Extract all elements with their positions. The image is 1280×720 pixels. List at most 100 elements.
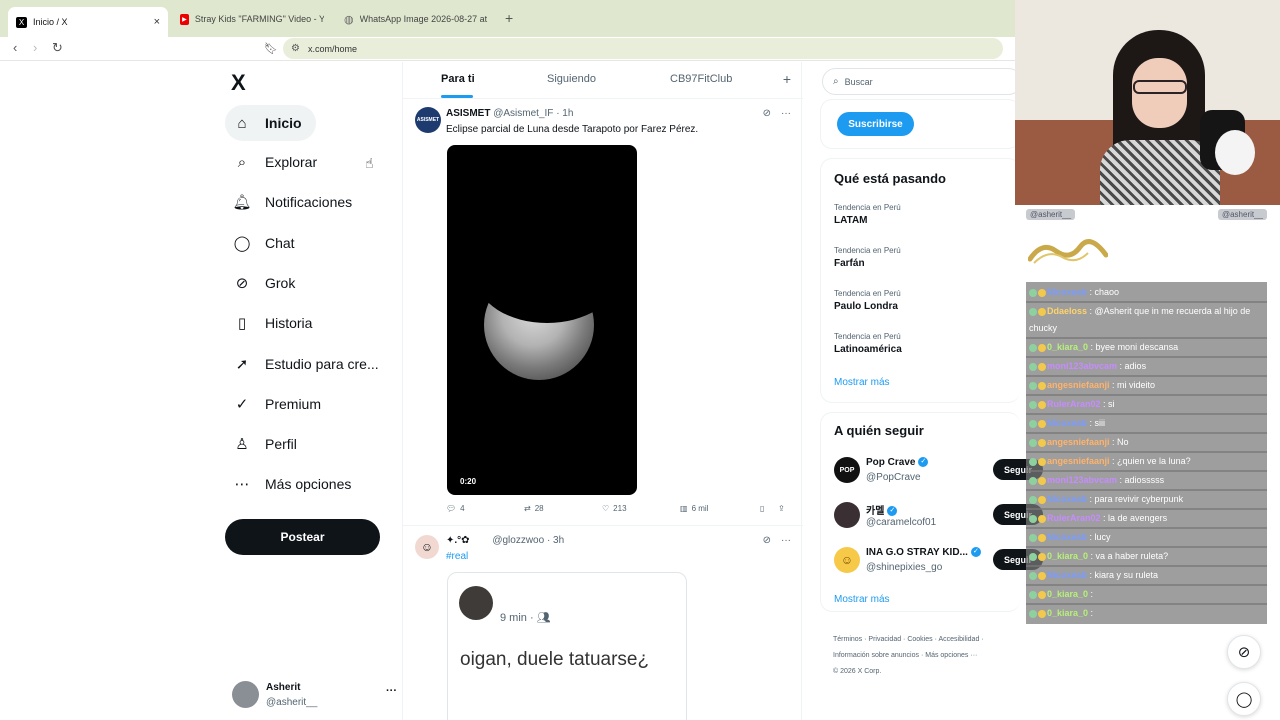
chat-badge-icon <box>1029 514 1037 523</box>
reply-button[interactable]: 💬︎ 4 <box>446 504 524 513</box>
chat-handle-left: @asherit__ <box>1026 209 1076 220</box>
bookmark-page-icon[interactable]: 🔖︎ <box>264 42 278 55</box>
tab-cb97fitclub[interactable]: CB97FitClub <box>670 73 732 85</box>
trends-title: Qué está pasando <box>834 171 946 186</box>
like-button[interactable]: ♡ 213 <box>602 504 680 513</box>
streamer-glasses <box>1133 80 1187 94</box>
tweet-time[interactable]: · 3h <box>547 535 564 546</box>
nav-inicio[interactable]: ⌂ Inicio <box>225 105 316 141</box>
avatar <box>232 681 259 708</box>
share-button[interactable]: ⇪ <box>778 504 785 513</box>
chat-message: 0_kiara_0 : byee moni descansa <box>1026 337 1267 358</box>
more-icon[interactable]: ··· <box>781 108 791 119</box>
back-icon[interactable]: ‹ <box>13 40 17 55</box>
new-tab-button[interactable]: + <box>505 10 513 26</box>
views-button[interactable]: ▥ 6 mil <box>680 504 760 513</box>
nav-perfil[interactable]: ♙ Perfil <box>225 426 311 462</box>
subscribe-button[interactable]: Suscribirse <box>837 112 914 136</box>
grok-floating-button[interactable]: ⊘ <box>1227 635 1261 669</box>
nav-explorar[interactable]: ⌕ Explorar <box>225 144 331 180</box>
repost-button[interactable]: ⇄ 28 <box>524 504 602 513</box>
chat-message: RulerAran02 : si <box>1026 394 1267 415</box>
trend-item[interactable]: Tendencia en Perú Farfán <box>834 246 901 269</box>
browser-tab-bar: X Inicio / X × ▶ Stray Kids "FARMING" Vi… <box>0 0 1015 37</box>
tweet[interactable]: ☺ ✦.°✿ @glozzwoo · 3h ⊘ ··· #real 9 min … <box>403 527 803 720</box>
tweet-top-actions: ⊘ ··· <box>763 535 791 546</box>
avatar[interactable]: ☺ <box>415 535 439 559</box>
chat-username: Nicoxeab <box>1047 532 1088 542</box>
tweet-header: ASISMET @Asismet_IF · 1h <box>446 108 573 119</box>
account-switcher[interactable]: Asherit @asherit__ ··· <box>232 679 397 711</box>
tab-whatsapp-image[interactable]: ◍ WhatsApp Image 2026-08-27 at 11.1 <box>336 6 496 32</box>
trend-item[interactable]: Tendencia en Perú Latinoamérica <box>834 332 902 355</box>
show-more-follow-link[interactable]: Mostrar más <box>834 594 890 605</box>
search-input[interactable]: ⌕ Buscar <box>822 68 1022 95</box>
nav-mas-opciones[interactable]: ⋯ Más opciones <box>225 466 365 502</box>
footer-link[interactable]: Términos <box>833 636 862 643</box>
bookmark-button[interactable]: ▯ <box>760 504 778 513</box>
tab-inicio-x[interactable]: X Inicio / X × <box>8 7 168 37</box>
footer-link[interactable]: Información sobre anuncios <box>833 652 919 659</box>
messages-floating-button[interactable]: ◯ <box>1227 682 1261 716</box>
forward-icon[interactable]: › <box>33 40 37 55</box>
footer-link[interactable]: Cookies <box>907 636 932 643</box>
chat-text: : <box>1088 589 1094 599</box>
chat-username: Nicoxeab <box>1047 494 1088 504</box>
search-icon: ⌕ <box>237 153 247 171</box>
x-logo-icon[interactable]: X <box>231 70 246 96</box>
hashtag-link[interactable]: #real <box>446 551 468 562</box>
address-bar[interactable]: ⚙ x.com/home ▭ ⛊ ▲ <box>283 38 1153 59</box>
tweet-author-handle[interactable]: @Asismet_IF <box>493 108 553 119</box>
grok-icon: ⊘ <box>1237 644 1251 661</box>
tweet-author-name[interactable]: ✦.°✿ <box>446 535 470 546</box>
trend-item[interactable]: Tendencia en Perú LATAM <box>834 203 901 226</box>
close-tab-icon[interactable]: × <box>154 16 160 28</box>
nav-chat[interactable]: ◯ Chat <box>225 225 309 261</box>
footer-link[interactable]: Más opciones ··· <box>925 652 977 659</box>
trend-context: Tendencia en Perú <box>834 203 901 212</box>
grok-icon[interactable]: ⊘ <box>763 108 771 119</box>
tweet-image[interactable]: 9 min · 👥︎ oigan, duele tatuarse¿ <box>447 572 687 720</box>
site-info-icon[interactable]: ⚙ <box>291 43 300 54</box>
suggestion-handle: @shinepixies_go <box>866 562 943 573</box>
show-more-trends-link[interactable]: Mostrar más <box>834 377 890 388</box>
tweet-author-handle[interactable]: @glozzwoo <box>492 535 544 546</box>
nav-historia[interactable]: ▯ Historia <box>225 305 326 341</box>
views-icon: ▥ <box>680 504 688 513</box>
right-sidebar: ⌕ Buscar Suscribirse Qué está pasando Te… <box>820 62 1043 720</box>
post-button[interactable]: Postear <box>225 519 380 555</box>
avatar[interactable]: ASISMET <box>415 107 441 133</box>
tweet-video[interactable]: 0:20 <box>447 145 637 495</box>
add-tab-button[interactable]: + <box>783 71 791 87</box>
reload-icon[interactable]: ↻ <box>52 40 63 56</box>
nav-label: Inicio <box>265 115 302 131</box>
tab-para-ti[interactable]: Para ti <box>441 73 475 85</box>
suggestion-name: INA G.O STRAY KID... ✓ <box>866 547 981 558</box>
search-icon: ⌕ <box>833 76 839 87</box>
avatar: ☺ <box>834 547 860 573</box>
feed-tabs: Para ti Siguiendo CB97FitClub + <box>403 62 803 99</box>
trend-item[interactable]: Tendencia en Perú Paulo Londra <box>834 289 901 312</box>
stream-chat-overlay: @asherit__ @asherit__ Nicoxeab : chaoo Dd… <box>1026 205 1267 624</box>
tweet-author-name[interactable]: ASISMET <box>446 108 490 119</box>
chat-header: @asherit__ @asherit__ <box>1026 209 1267 223</box>
nav-notificaciones[interactable]: 🔔︎ Notificaciones <box>225 184 366 220</box>
tweet[interactable]: ASISMET ASISMET @Asismet_IF · 1h ⊘ ··· E… <box>403 100 803 526</box>
nav-grok[interactable]: ⊘ Grok <box>225 265 309 301</box>
nav-estudio[interactable]: ➚ Estudio para cre... <box>225 346 393 382</box>
tweet-time[interactable]: · 1h <box>556 108 573 119</box>
tab-siguiendo[interactable]: Siguiendo <box>547 73 596 85</box>
tab-youtube[interactable]: ▶ Stray Kids "FARMING" Video - YouTube <box>172 6 332 32</box>
grok-icon[interactable]: ⊘ <box>763 535 771 546</box>
nav-premium[interactable]: ✓ Premium <box>225 386 335 422</box>
suggestion-name-text: Pop Crave <box>866 457 916 468</box>
copyright: © 2026 X Corp. <box>833 668 882 675</box>
footer-link[interactable]: Privacidad <box>868 636 901 643</box>
chat-badge-icon <box>1029 400 1037 409</box>
chat-username: RulerAran02 <box>1047 513 1101 523</box>
chat-message: 0_kiara_0 : va a haber ruleta? <box>1026 546 1267 567</box>
chat-badge-icon <box>1029 288 1037 297</box>
account-more-icon[interactable]: ··· <box>386 685 397 697</box>
footer-link[interactable]: Accesibilidad <box>938 636 979 643</box>
more-icon[interactable]: ··· <box>781 535 791 546</box>
